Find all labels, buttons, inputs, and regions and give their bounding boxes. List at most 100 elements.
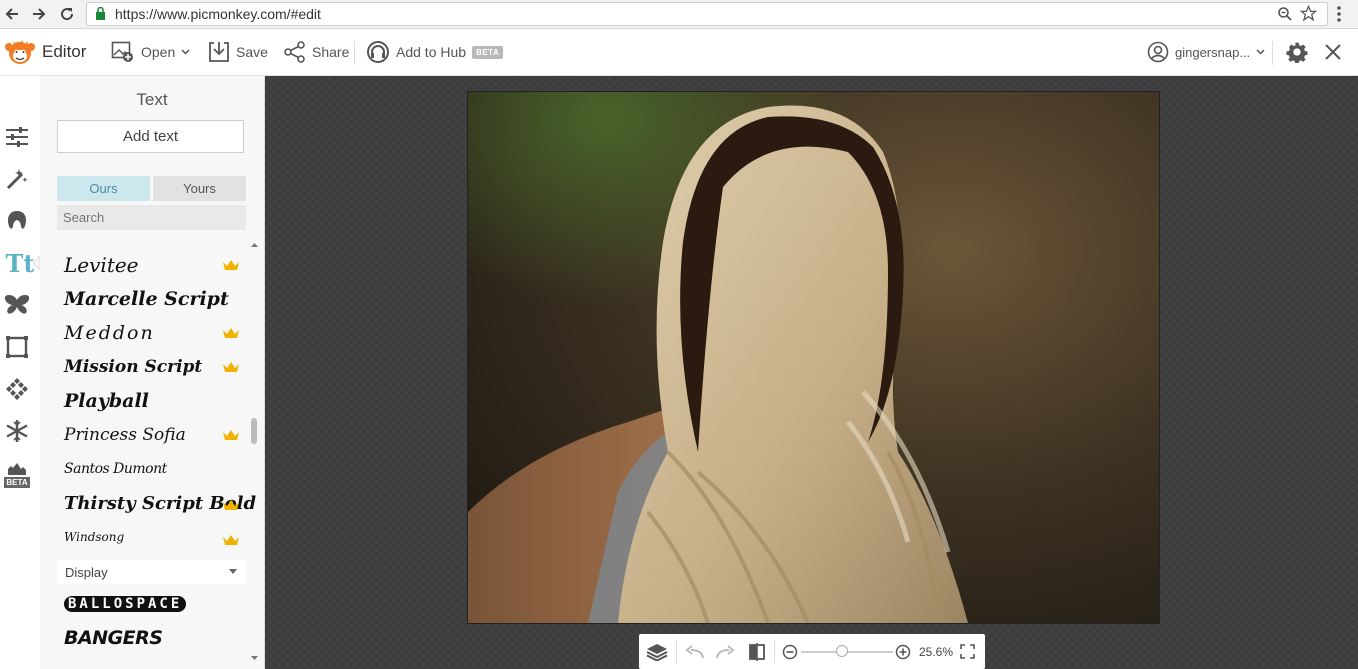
star-icon[interactable] (1299, 4, 1318, 27)
app-toolbar: Editor Open Save Share Add to Hub BETA g… (0, 29, 1358, 76)
save-label: Save (236, 44, 268, 60)
save-button[interactable]: Save (208, 29, 268, 75)
premium-crown-icon (223, 430, 239, 440)
redo-button[interactable] (713, 634, 737, 669)
scroll-thumb[interactable] (251, 418, 257, 444)
open-image-icon (111, 41, 133, 62)
undo-icon (685, 644, 704, 658)
font-item-meddon[interactable]: Meddon (64, 316, 244, 350)
add-text-button[interactable]: Add text (57, 120, 244, 153)
tab-yours[interactable]: Yours (153, 176, 246, 201)
gear-icon (1286, 42, 1308, 63)
layers-icon (646, 643, 668, 661)
undo-button[interactable] (683, 634, 707, 669)
address-bar[interactable]: https://www.picmonkey.com/#edit (86, 2, 1328, 26)
close-icon (1325, 44, 1341, 60)
url-text: https://www.picmonkey.com/#edit (115, 6, 321, 22)
close-button[interactable] (1324, 29, 1342, 75)
reload-icon[interactable] (57, 4, 77, 24)
zoom-slider-handle[interactable] (836, 645, 849, 657)
category-select-value: Display (65, 564, 108, 580)
chevron-down-icon (1256, 49, 1265, 55)
user-name: gingersnap... (1175, 44, 1251, 60)
font-item-thirsty-script-bold[interactable]: Thirsty Script Bold (64, 486, 256, 520)
settings-button[interactable] (1286, 29, 1308, 75)
themes-snowflake-icon[interactable] (0, 414, 34, 448)
toolbar-divider (354, 41, 355, 65)
beta-tools-icon[interactable]: BETA (0, 456, 34, 492)
overlays-butterfly-icon[interactable] (0, 288, 34, 322)
zoom-divider (774, 640, 775, 663)
zoom-out-icon (782, 644, 798, 659)
redo-icon (716, 644, 735, 658)
zoom-icon[interactable] (1277, 6, 1293, 27)
font-item-santos-dumont[interactable]: Santos Dumont (64, 452, 244, 486)
font-item-levitee[interactable]: Levitee (64, 248, 244, 282)
forward-arrow-icon[interactable] (29, 4, 49, 24)
back-arrow-icon[interactable] (2, 4, 22, 24)
active-pointer-icon (33, 256, 40, 270)
browser-toolbar: https://www.picmonkey.com/#edit (0, 0, 1358, 29)
brand-name: Editor (42, 42, 87, 61)
textures-icon[interactable] (0, 372, 34, 406)
font-item-marcelle-script[interactable]: Marcelle Script (64, 282, 244, 316)
dropdown-caret-icon (229, 569, 237, 574)
premium-crown-icon (223, 260, 239, 270)
compare-button[interactable] (745, 634, 769, 669)
touch-up-face-icon[interactable] (0, 204, 34, 238)
add-to-hub-button[interactable]: Add to Hub BETA (366, 29, 504, 75)
font-item-playball[interactable]: Playball (64, 384, 244, 418)
save-download-icon (209, 42, 229, 62)
hub-headphones-icon (367, 41, 389, 63)
text-panel: Text Add text Ours Yours Levitee Marcell… (40, 76, 265, 669)
frames-icon[interactable] (0, 330, 34, 364)
portrait-image (468, 92, 1159, 623)
compare-icon (749, 642, 765, 661)
menu-dots-icon[interactable] (1336, 5, 1342, 28)
zoom-divider (676, 640, 677, 663)
effects-wand-icon[interactable] (0, 162, 34, 196)
open-button[interactable]: Open (111, 29, 190, 75)
fullscreen-icon (959, 644, 975, 659)
font-list-scrollbar[interactable] (250, 242, 258, 668)
premium-crown-icon (223, 535, 239, 545)
premium-crown-icon (223, 328, 239, 338)
share-button[interactable]: Share (284, 29, 349, 75)
zoom-in-button[interactable] (892, 634, 914, 669)
edited-photo[interactable] (467, 91, 1160, 624)
font-item-ballospace[interactable]: BALLOSPACE (64, 587, 244, 621)
font-search-input[interactable] (57, 205, 246, 230)
panel-title: Text (136, 90, 168, 109)
beta-badge: BETA (472, 45, 504, 59)
font-item-princess-sofia[interactable]: Princess Sofia (64, 418, 244, 452)
beta-rail-badge: BETA (4, 476, 30, 488)
open-label: Open (141, 44, 176, 60)
fullscreen-button[interactable] (957, 634, 977, 669)
scroll-down-icon[interactable] (251, 656, 258, 661)
text-tool-icon[interactable]: Tt (0, 246, 40, 280)
premium-crown-icon (223, 362, 239, 372)
hub-label: Add to Hub (396, 44, 467, 60)
toolbar-divider (1272, 41, 1273, 65)
brand-logo[interactable]: Editor (4, 29, 86, 75)
zoom-out-button[interactable] (779, 634, 801, 669)
lock-icon (95, 6, 106, 25)
basic-edits-icon[interactable] (0, 120, 34, 154)
tool-rail: Tt BETA (0, 76, 41, 669)
scroll-up-icon[interactable] (251, 242, 258, 247)
font-category-select[interactable]: Display (57, 560, 246, 584)
premium-crown-icon (223, 500, 239, 510)
chevron-down-icon (181, 49, 190, 55)
font-item-windsong[interactable]: Windsong (64, 520, 244, 554)
zoom-in-icon (895, 644, 911, 659)
font-item-mission-script[interactable]: Mission Script (64, 350, 244, 384)
user-avatar-icon (1147, 41, 1169, 63)
editor-canvas: 25.6% (265, 76, 1358, 669)
share-label: Share (312, 44, 350, 60)
layers-button[interactable] (645, 634, 669, 669)
user-menu[interactable]: gingersnap... (1147, 29, 1265, 75)
font-item-bangers[interactable]: BANGERS (64, 621, 244, 655)
zoom-level: 25.6% (918, 644, 954, 659)
tab-ours[interactable]: Ours (57, 176, 150, 201)
share-icon (284, 41, 305, 63)
